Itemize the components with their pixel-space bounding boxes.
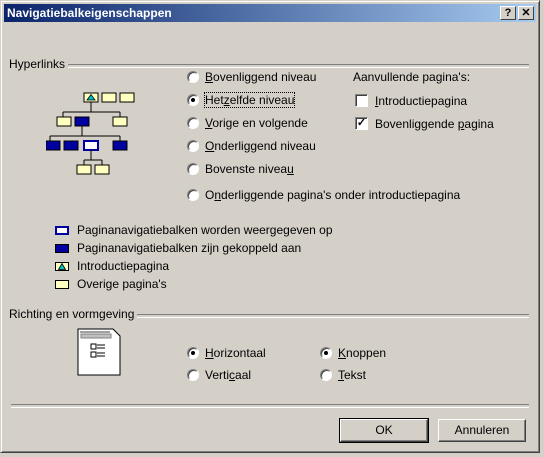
appearance-text-style-label[interactable]: Tekst <box>338 368 366 382</box>
option-parent-level-radio[interactable] <box>187 71 199 83</box>
orientation-horizontal-radio[interactable] <box>187 347 199 359</box>
option-parent-level-label[interactable]: Bovenliggend niveau <box>205 70 316 84</box>
option-top-level-radio[interactable] <box>187 163 199 175</box>
hyperlinks-divider <box>11 64 529 68</box>
close-button[interactable]: ✕ <box>518 6 534 20</box>
parent-page-checkbox[interactable]: ✓ <box>355 117 368 130</box>
orientation-group-label: Richting en vormgeving <box>9 307 138 321</box>
orientation-vertical-label[interactable]: Verticaal <box>205 368 251 382</box>
legend-item-text: Paginanavigatiebalken worden weergegeven… <box>77 223 333 237</box>
cancel-button[interactable]: Annuleren <box>438 419 526 442</box>
option-back-next-label[interactable]: Vorige en volgende <box>205 116 308 130</box>
title-bar[interactable]: Navigatiebalkeigenschappen ? ✕ <box>4 4 536 22</box>
help-button[interactable]: ? <box>500 6 516 20</box>
additional-pages-label: Aanvullende pagina's: <box>353 70 471 84</box>
buttons-divider <box>11 404 529 408</box>
appearance-buttons-style-label[interactable]: Knoppen <box>338 346 386 360</box>
option-top-level-label[interactable]: Bovenste niveau <box>205 162 294 176</box>
orientation-vertical-radio[interactable] <box>187 369 199 381</box>
appearance-text-style-radio[interactable] <box>320 369 332 381</box>
orientation-horizontal-label[interactable]: Horizontaal <box>205 346 266 360</box>
legend-filled-swatch <box>55 244 69 253</box>
parent-page-label[interactable]: Bovenliggende pagina <box>375 117 494 131</box>
option-same-level-label[interactable]: Hetzelfde niveau <box>203 92 296 108</box>
hyperlinks-group-label: Hyperlinks <box>9 57 69 71</box>
option-child-pages-under-home-label[interactable]: Onderliggende pagina's onder introductie… <box>205 188 460 202</box>
diagram-home-page-icon <box>83 92 99 103</box>
window-title: Navigatiebalkeigenschappen <box>7 6 172 20</box>
ok-button[interactable]: OK <box>339 418 429 443</box>
option-back-next-radio[interactable] <box>187 117 199 129</box>
option-child-level-label[interactable]: Onderliggend niveau <box>205 139 316 153</box>
hyperlinks-preview-diagram <box>46 92 135 175</box>
option-child-level-radio[interactable] <box>187 140 199 152</box>
option-child-pages-under-home-radio[interactable] <box>187 189 199 201</box>
dialog-window: Navigatiebalkeigenschappen ? ✕ Hyperlink… <box>0 0 540 453</box>
legend-home-icon <box>55 262 69 271</box>
legend-item-text: Introductiepagina <box>77 259 170 273</box>
legend-item-text: Overige pagina's <box>77 277 167 291</box>
appearance-buttons-style-radio[interactable] <box>320 347 332 359</box>
home-page-label[interactable]: Introductiepagina <box>375 94 467 108</box>
legend-outline-swatch <box>55 226 69 235</box>
legend-page-swatch <box>55 280 69 289</box>
home-page-checkbox[interactable] <box>355 94 368 107</box>
option-same-level-radio[interactable] <box>187 94 199 106</box>
legend-item-text: Paginanavigatiebalken zijn gekoppeld aan <box>77 241 302 255</box>
orientation-preview-icon <box>77 328 121 376</box>
